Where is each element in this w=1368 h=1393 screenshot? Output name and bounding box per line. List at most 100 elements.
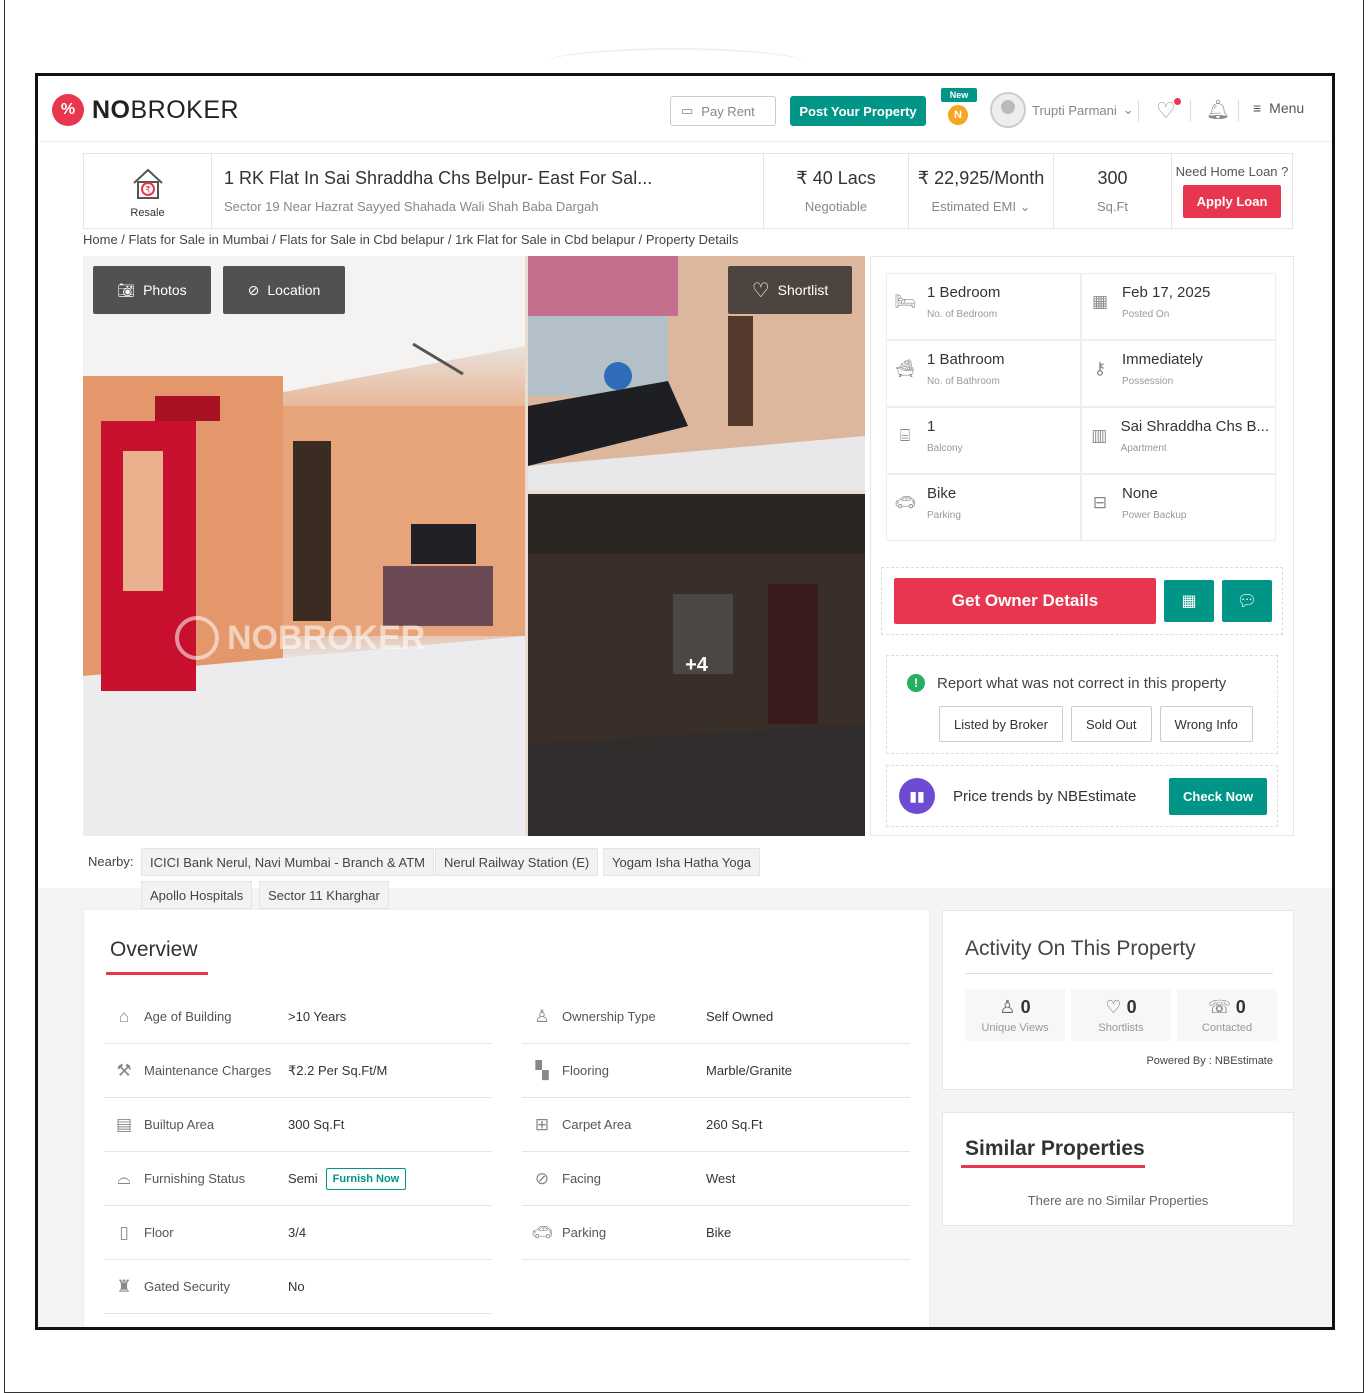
resale-label: Resale — [130, 207, 165, 219]
location-button[interactable]: ⊘ Location — [223, 266, 345, 314]
price-value: ₹ 40 Lacs — [796, 168, 876, 188]
pay-rent-button[interactable]: ▭ Pay Rent — [670, 96, 776, 126]
photos-label: Photos — [143, 282, 187, 298]
fact-label: Possession — [1122, 376, 1174, 387]
emi-block[interactable]: ₹ 22,925/Month Estimated EMI ⌄ — [909, 154, 1054, 228]
card-icon: ▭ — [681, 103, 694, 118]
overview-key: Builtup Area — [144, 1117, 215, 1132]
fact-label: Balcony — [927, 443, 963, 454]
fact-value: None — [1122, 485, 1158, 502]
user-menu[interactable]: Trupti Parmani ⌄ — [990, 92, 1134, 128]
bell-icon[interactable]: 🔔︎ — [1206, 98, 1230, 122]
shortlist-heart-icon[interactable]: ♡ — [1156, 98, 1176, 124]
building-age-icon: ⌂ — [118, 1006, 130, 1026]
key-icon: ⚷ — [1093, 359, 1107, 378]
stat-contacted: ☏ 0 Contacted — [1177, 989, 1277, 1041]
alert-icon: ! — [907, 674, 925, 692]
overview-value: 3/4 — [288, 1225, 307, 1240]
property-facts-panel: 🛏︎ 1 Bedroom No. of Bedroom ▦ Feb 17, 202… — [870, 256, 1294, 836]
more-photos-count: +4 — [685, 653, 708, 676]
shortlist-button[interactable]: ♡ Shortlist — [728, 266, 852, 314]
report-listed-by-broker-button[interactable]: Listed by Broker — [939, 706, 1063, 742]
nearby-chip[interactable]: Apollo Hospitals — [141, 881, 253, 909]
overview-row: 🚗︎ Parking Bike — [522, 1206, 910, 1260]
sofa-icon: ⌓ — [117, 1168, 131, 1188]
nearby-chip[interactable]: Nerul Railway Station (E) — [435, 848, 599, 876]
coin-icon[interactable]: N — [948, 105, 968, 125]
overview-row: ⌓ Furnishing Status Semi Furnish Now — [104, 1152, 492, 1206]
area-value: 300 — [1097, 168, 1128, 188]
divider — [965, 973, 1273, 974]
brand-logo[interactable]: % NOBROKER — [52, 94, 239, 126]
activity-section: Activity On This Property ♙ 0 Unique Vie… — [942, 910, 1294, 1090]
nearby-label: Nearby: — [88, 854, 134, 869]
overview-key: Maintenance Charges — [144, 1063, 272, 1078]
photo-gallery[interactable]: NOBROKER ♡ Shortlist +4 📷︎ Photos ⊘ Loca… — [83, 256, 865, 836]
ownership-icon: ♙ — [534, 1006, 550, 1026]
stat-count: 0 — [1235, 996, 1246, 1017]
fact-label: Parking — [927, 510, 961, 521]
check-now-button[interactable]: Check Now — [1169, 777, 1268, 815]
title-underline — [106, 972, 208, 975]
nearby-chip[interactable]: Sector 11 Kharghar — [259, 881, 389, 909]
stat-label: Unique Views — [981, 1021, 1049, 1034]
furnish-now-button[interactable]: Furnish Now — [325, 1167, 407, 1190]
divider — [1238, 100, 1239, 122]
watermark-logo-icon — [175, 616, 219, 660]
heart-icon: ♡ — [751, 279, 770, 302]
chat-button[interactable]: 💬︎ — [1222, 580, 1272, 622]
stat-shortlists: ♡ 0 Shortlists — [1071, 989, 1171, 1041]
apply-loan-button[interactable]: Apply Loan — [1182, 185, 1282, 218]
user-name: Trupti Parmani — [1032, 102, 1117, 118]
kitchen-photo[interactable]: ♡ Shortlist — [528, 256, 865, 490]
nearby-chip[interactable]: Yogam Isha Hatha Yoga — [603, 848, 761, 876]
stat-count: 0 — [1020, 996, 1031, 1017]
overview-row: ▯ Floor 3/4 — [104, 1206, 492, 1260]
fact-label: No. of Bathroom — [927, 376, 1000, 387]
fact-parking: 🚗︎ Bike Parking — [886, 474, 1081, 541]
fact-value: 1 — [927, 418, 936, 435]
new-badge: New — [941, 88, 977, 102]
overview-title: Overview — [110, 938, 198, 961]
heart-icon: ♡ — [1105, 996, 1122, 1017]
bath-icon: 🛁︎ — [894, 359, 916, 378]
main-photo[interactable]: NOBROKER — [83, 256, 525, 836]
property-summary-bar: ₹ Resale 1 RK Flat In Sai Shraddha Chs B… — [83, 153, 1293, 229]
report-box: ! Report what was not correct in this pr… — [886, 655, 1278, 754]
maintenance-icon: ⚒ — [116, 1060, 132, 1080]
photos-button[interactable]: 📷︎ Photos — [93, 266, 211, 314]
facts-grid: 🛏︎ 1 Bedroom No. of Bedroom ▦ Feb 17, 202… — [886, 273, 1276, 541]
loan-question: Need Home Loan ? — [1175, 164, 1289, 179]
schedule-visit-button[interactable]: ▦ — [1164, 580, 1214, 622]
menu-button[interactable]: ≡ Menu — [1253, 100, 1304, 116]
overview-value: Semi — [288, 1171, 318, 1186]
overview-row: ♙ Ownership Type Self Owned — [522, 990, 910, 1044]
area-block: 300 Sq.Ft — [1054, 154, 1172, 228]
browser-frame: % NOBROKER ▭ Pay Rent Post Your Property… — [35, 73, 1335, 1330]
report-wrong-info-button[interactable]: Wrong Info — [1159, 706, 1253, 742]
divider — [1138, 100, 1139, 122]
more-photos-tile[interactable]: +4 — [528, 494, 865, 836]
overview-key: Gated Security — [144, 1279, 230, 1294]
overview-row: ⚒ Maintenance Charges ₹2.2 Per Sq.Ft/M — [104, 1044, 492, 1098]
get-owner-details-button[interactable]: Get Owner Details — [894, 578, 1156, 624]
top-navbar: % NOBROKER ▭ Pay Rent Post Your Property… — [38, 76, 1332, 142]
fact-value: 1 Bedroom — [927, 284, 1001, 301]
avatar — [990, 92, 1026, 128]
house-rupee-icon: ₹ — [132, 168, 163, 199]
report-sold-out-button[interactable]: Sold Out — [1070, 706, 1152, 742]
report-heading: Report what was not correct in this prop… — [937, 674, 1227, 692]
fact-label: Apartment — [1120, 443, 1167, 454]
fact-posted-on: ▦ Feb 17, 2025 Posted On — [1081, 273, 1276, 340]
overview-row: ⌂ Age of Building >10 Years — [104, 990, 492, 1044]
stat-label: Shortlists — [1098, 1021, 1144, 1034]
overview-key: Carpet Area — [562, 1117, 632, 1132]
compass-icon: ⊘ — [534, 1168, 550, 1188]
nearby-section: Nearby: ICICI Bank Nerul, Navi Mumbai - … — [83, 840, 873, 912]
post-property-button[interactable]: Post Your Property — [790, 96, 926, 126]
overview-value: Self Owned — [706, 1009, 774, 1024]
nearby-chip[interactable]: ICICI Bank Nerul, Navi Mumbai - Branch &… — [141, 848, 435, 876]
overview-key: Facing — [562, 1171, 602, 1186]
property-title: 1 RK Flat In Sai Shraddha Chs Belpur- Ea… — [224, 168, 653, 188]
breadcrumb[interactable]: Home / Flats for Sale in Mumbai / Flats … — [83, 232, 738, 247]
